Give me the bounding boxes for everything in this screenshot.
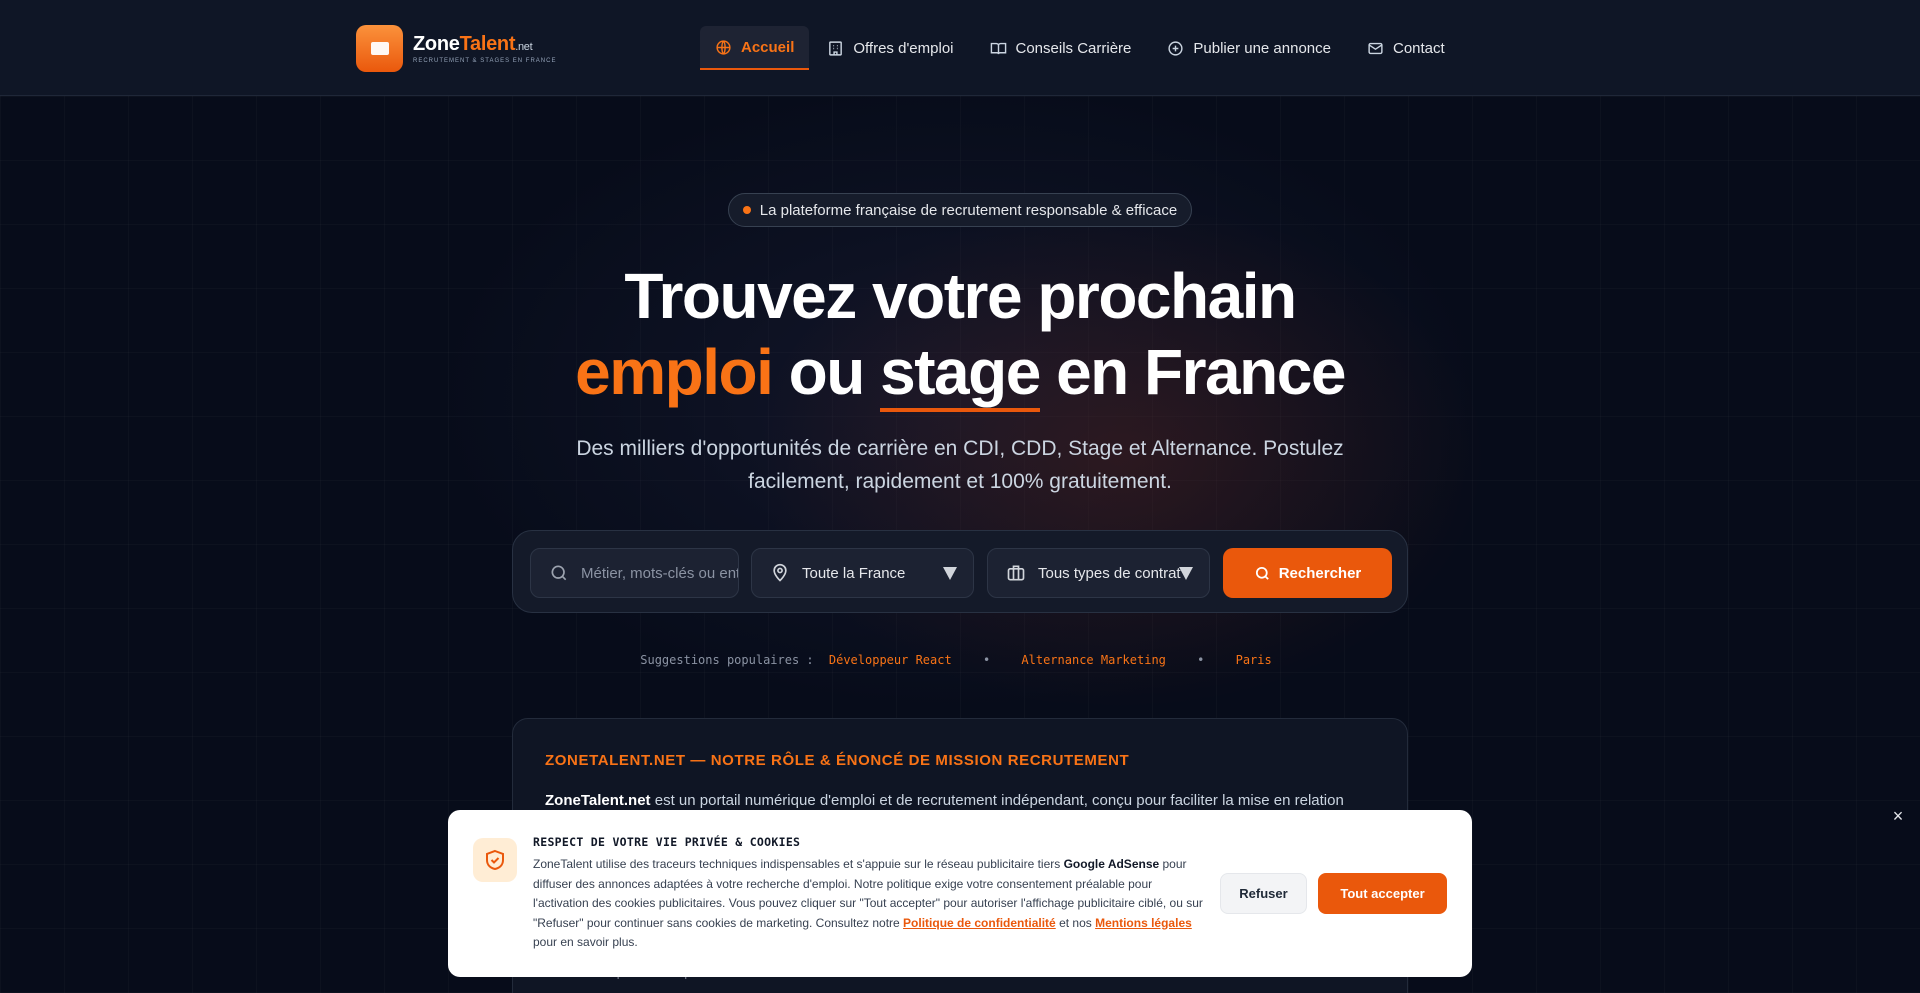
location-select[interactable]: Toute la France [751, 548, 974, 598]
briefcase-icon [1007, 565, 1025, 581]
mission-title: ZONETALENT.NET — NOTRE RÔLE & ÉNONCÉ DE … [545, 752, 1130, 769]
site-logo[interactable]: ZoneTalent.net RECRUTEMENT & STAGES EN F… [356, 25, 556, 72]
search-bar: Métier, mots-clés ou entreprise Toute la… [512, 530, 1408, 613]
suggestion-link[interactable]: Paris [1236, 653, 1272, 667]
keyword-placeholder: Métier, mots-clés ou entreprise [581, 564, 738, 582]
nav-item-contact[interactable]: Contact [1349, 26, 1463, 70]
separator: • [982, 653, 991, 667]
popular-suggestions: Suggestions populaires : Développeur Rea… [640, 653, 1272, 667]
logo-title: ZoneTalent.net [413, 33, 533, 55]
chevron-down-icon [943, 567, 957, 580]
nav-item-offres[interactable]: Offres d'emploi [809, 26, 971, 70]
building-icon [829, 40, 843, 56]
privacy-policy-link[interactable]: Politique de confidentialité [903, 916, 1056, 930]
hero-badge: La plateforme française de recrutement r… [728, 193, 1192, 227]
contract-select[interactable]: Tous types de contrat [987, 548, 1210, 598]
hero-title-line1: Trouvez votre prochain [624, 260, 1297, 332]
shield-icon [473, 838, 517, 882]
map-pin-icon [773, 563, 787, 582]
close-icon[interactable]: × [1889, 807, 1907, 825]
suggestion-link[interactable]: Alternance Marketing [1021, 653, 1166, 667]
hero-title-line2: emploi ou stage en France [0, 334, 1920, 412]
mail-icon [1368, 42, 1383, 54]
hero-lead: Des milliers d'opportunités de carrière … [576, 437, 1344, 493]
keyword-search-input[interactable]: Métier, mots-clés ou entreprise [530, 548, 739, 598]
site-header: ZoneTalent.net RECRUTEMENT & STAGES EN F… [0, 0, 1920, 96]
contract-value: Tous types de contrat [1038, 564, 1181, 582]
nav-item-publier[interactable]: Publier une annonce [1149, 26, 1349, 70]
globe-icon [716, 39, 731, 55]
chevron-down-icon [1179, 567, 1193, 580]
search-icon [1255, 566, 1269, 580]
cookie-consent-banner: RESPECT DE VOTRE VIE PRIVÉE & COOKIES Zo… [448, 810, 1472, 977]
search-button[interactable]: Rechercher [1223, 548, 1392, 598]
legal-notice-link[interactable]: Mentions légales [1095, 916, 1192, 930]
cookie-text: ZoneTalent utilise des traceurs techniqu… [533, 857, 1203, 949]
status-dot-icon [742, 206, 751, 214]
separator: • [1197, 653, 1205, 667]
location-value: Toute la France [802, 564, 906, 582]
logo-tagline: RECRUTEMENT & STAGES EN FRANCE [413, 58, 557, 64]
search-icon [551, 565, 567, 581]
plus-circle-icon [1168, 40, 1183, 56]
nav-item-conseils[interactable]: Conseils Carrière [972, 26, 1150, 70]
accept-all-cookies-button[interactable]: Tout accepter [1318, 873, 1447, 914]
cookie-title: RESPECT DE VOTRE VIE PRIVÉE & COOKIES [533, 835, 801, 849]
nav-item-accueil[interactable]: Accueil [700, 26, 810, 70]
briefcase-logo-icon [356, 25, 403, 72]
main-nav: Accueil Offres d'emploi Conseils Carrièr… [700, 26, 1463, 70]
book-icon [990, 42, 1006, 54]
refuse-cookies-button[interactable]: Refuser [1220, 873, 1307, 914]
suggestion-link[interactable]: Développeur React [829, 653, 952, 667]
